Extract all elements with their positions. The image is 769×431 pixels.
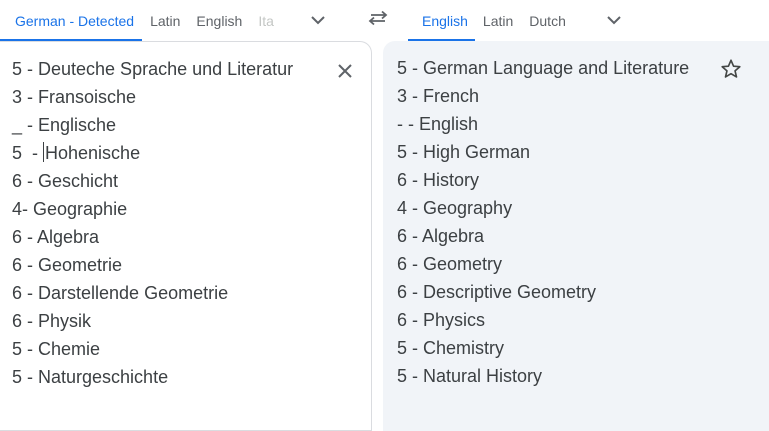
star-outline-icon [721,59,741,78]
tab-target-latin[interactable]: Latin [475,0,521,41]
chevron-down-icon [311,16,325,25]
swap-icon [368,10,388,26]
translation-line: 6 - Descriptive Geometry [397,282,597,302]
swap-languages-button[interactable] [363,6,393,30]
translation-line: 3 - French [397,86,480,106]
translation-panel: 5 - German Language and Literature 3 - F… [383,41,769,431]
translation-line: 5 - Chemistry [397,338,505,358]
source-line: 6 - Geometrie [12,255,123,275]
translation-line: 6 - Physics [397,310,486,330]
chevron-down-icon [607,16,621,25]
save-translation-button[interactable] [718,56,744,82]
source-line: 6 - Physik [12,311,92,331]
translation-line: 6 - Geometry [397,254,503,274]
source-line: 3 - Fransoische [12,87,137,107]
tab-target-dutch[interactable]: Dutch [521,0,574,41]
clear-source-button[interactable] [333,59,357,83]
tab-source-partial[interactable]: Ita [250,0,278,41]
source-line-text: Hohenische [45,143,141,163]
source-text-panel[interactable]: 5 - Deuteche Sprache und Literatur 3 - F… [0,41,372,431]
text-cursor [43,142,45,162]
source-line: 5 - Naturgeschichte [12,367,169,387]
translation-line: 5 - High German [397,142,531,162]
source-line: 6 - Geschicht [12,171,119,191]
translation-line: 5 - Natural History [397,366,543,386]
translation-line: 4 - Geography [397,198,513,218]
source-line: 5 - Hohenische [12,139,293,167]
close-icon [338,64,352,78]
source-language-dropdown[interactable] [304,8,332,32]
tab-source-english[interactable]: English [188,0,250,41]
translation-line: 6 - Algebra [397,226,485,246]
tab-source-detected[interactable]: German - Detected [0,0,143,41]
tab-source-latin[interactable]: Latin [142,0,188,41]
source-line-prefix: 5 - [12,143,44,163]
translation-line: 6 - History [397,170,480,190]
source-language-tabs: German - Detected Latin English Ita [0,0,340,41]
source-line: _ - Englische [12,115,117,135]
target-language-dropdown[interactable] [600,8,628,32]
source-line: 6 - Darstellende Geometrie [12,283,229,303]
target-language-tabs: English Latin Dutch [408,0,769,41]
translation-line: 5 - German Language and Literature [397,58,690,78]
source-line: 5 - Deuteche Sprache und Literatur [12,59,294,79]
source-line: 6 - Algebra [12,227,100,247]
translation-text: 5 - German Language and Literature 3 - F… [397,54,689,390]
translation-line: - - English [397,114,479,134]
source-line: 4- Geographie [12,199,128,219]
source-line: 5 - Chemie [12,339,101,359]
tab-target-english[interactable]: English [408,0,475,41]
source-text[interactable]: 5 - Deuteche Sprache und Literatur 3 - F… [12,55,293,391]
